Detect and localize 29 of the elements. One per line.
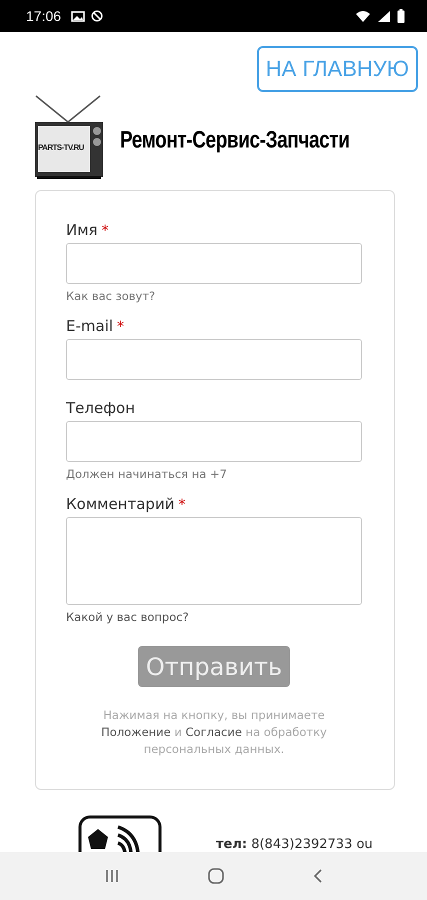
contactless-icon	[78, 815, 162, 855]
input-field[interactable]	[66, 421, 362, 462]
recent-apps-icon[interactable]	[104, 869, 118, 883]
field-hint: Какой у вас вопрос?	[66, 610, 190, 624]
status-time: 17:06	[26, 8, 62, 24]
site-title: Ремонт-Сервис-Запчасти	[120, 127, 350, 155]
phone-text: тел: 8(843)2392733 ou	[216, 837, 373, 852]
input-field[interactable]	[66, 339, 362, 380]
blocked-icon	[91, 10, 104, 22]
back-icon[interactable]	[312, 869, 322, 883]
field-label: Телефон	[66, 399, 136, 417]
wifi-icon	[355, 10, 371, 22]
field-hint: Как вас зовут?	[66, 289, 156, 303]
consent-text: Нажимая на кнопку, вы принимаете Положение и Согласие на обработку персональных данных.	[100, 707, 328, 758]
tv-logo: PARTS-TV.RU	[34, 94, 104, 180]
required-mark: *	[178, 497, 186, 513]
required-mark: *	[117, 319, 124, 335]
field-label: E-mail	[66, 317, 114, 335]
home-button[interactable]: НА ГЛАВНУЮ	[256, 46, 418, 92]
home-icon[interactable]	[208, 868, 224, 884]
image-icon	[71, 10, 86, 22]
field-hint: Должен начинаться на +7	[66, 467, 228, 481]
battery-icon	[397, 9, 405, 23]
comment-field[interactable]	[66, 517, 362, 605]
field-label: Комментарий	[66, 495, 174, 513]
input-field[interactable]	[66, 243, 362, 284]
field-label: Имя	[66, 221, 98, 239]
signal-icon	[377, 10, 391, 22]
required-mark: *	[102, 223, 109, 239]
